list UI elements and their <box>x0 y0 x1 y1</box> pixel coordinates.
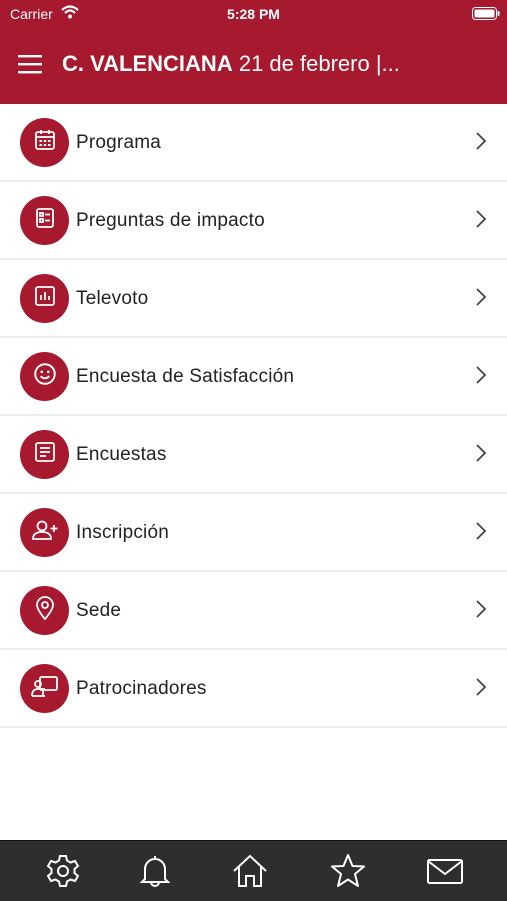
battery-icon <box>472 7 500 23</box>
add-user-icon <box>31 518 59 547</box>
menu-item-televoto[interactable]: Televoto <box>0 260 507 338</box>
menu-item-label: Sede <box>76 600 122 621</box>
icon-badge <box>20 118 69 167</box>
menu-item-inscripcion[interactable]: Inscripción <box>0 494 507 572</box>
menu-item-label: Inscripción <box>76 522 170 543</box>
menu-item-sede[interactable]: Sede <box>0 572 507 650</box>
chevron-right-icon <box>475 209 487 234</box>
status-bar: Carrier 5:28 PM <box>0 0 507 28</box>
menu-item-label: Encuesta de Satisfacción <box>76 366 295 387</box>
icon-badge <box>20 586 69 635</box>
mail-icon[interactable] <box>425 851 465 891</box>
gear-icon[interactable] <box>43 851 83 891</box>
menu-item-encuesta-de-satisfaccion[interactable]: Encuesta de Satisfacción <box>0 338 507 416</box>
menu-item-label: Programa <box>76 132 162 153</box>
icon-badge <box>20 430 69 479</box>
menu-item-label: Preguntas de impacto <box>76 210 265 231</box>
icon-badge <box>20 508 69 557</box>
menu-item-encuestas[interactable]: Encuestas <box>0 416 507 494</box>
icon-badge <box>20 664 69 713</box>
icon-badge <box>20 196 69 245</box>
menu-item-label: Patrocinadores <box>76 678 207 699</box>
smiley-icon <box>32 361 58 392</box>
status-time: 5:28 PM <box>227 6 280 22</box>
app-header: Carrier 5:28 PM C. VALENCIANA 21 de febr… <box>0 0 507 104</box>
form-icon <box>33 440 57 469</box>
title-rest: 21 de febrero |... <box>232 51 400 76</box>
menu-list: Programa Preguntas de impacto Televoto E… <box>0 104 507 728</box>
bottom-tab-bar <box>0 840 507 901</box>
page-title: C. VALENCIANA 21 de febrero |... <box>62 51 400 77</box>
icon-badge <box>20 352 69 401</box>
home-icon[interactable] <box>230 851 270 891</box>
icon-badge <box>20 274 69 323</box>
hamburger-menu-icon[interactable] <box>18 54 42 79</box>
bar-chart-icon <box>33 284 57 313</box>
chevron-right-icon <box>475 599 487 624</box>
chevron-right-icon <box>475 365 487 390</box>
bell-icon[interactable] <box>135 851 175 891</box>
chevron-right-icon <box>475 131 487 156</box>
list-icon <box>33 206 57 235</box>
menu-item-programa[interactable]: Programa <box>0 104 507 182</box>
calendar-icon <box>33 128 57 157</box>
chevron-right-icon <box>475 287 487 312</box>
chevron-right-icon <box>475 521 487 546</box>
menu-item-patrocinadores[interactable]: Patrocinadores <box>0 650 507 728</box>
chevron-right-icon <box>475 443 487 468</box>
menu-item-label: Encuestas <box>76 444 167 465</box>
menu-item-preguntas-de-impacto[interactable]: Preguntas de impacto <box>0 182 507 260</box>
star-icon[interactable] <box>328 851 368 891</box>
title-bold: C. VALENCIANA <box>62 51 233 76</box>
location-pin-icon <box>33 595 57 626</box>
presentation-icon <box>30 674 59 703</box>
menu-item-label: Televoto <box>76 288 149 309</box>
title-bar: C. VALENCIANA 21 de febrero |... <box>0 44 507 84</box>
chevron-right-icon <box>475 677 487 702</box>
